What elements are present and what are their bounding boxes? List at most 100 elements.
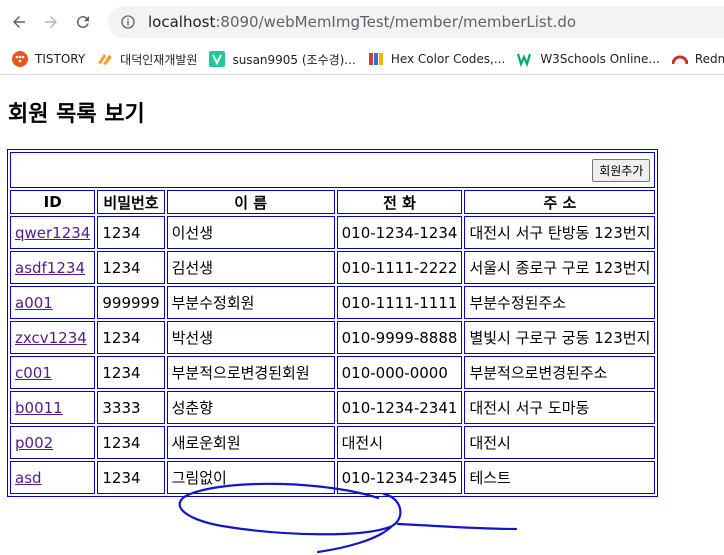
member-id-link[interactable]: a001 <box>15 294 53 312</box>
bookmark-velog[interactable]: susan9905 (조수경)... <box>209 51 356 68</box>
name-cell: 성춘향 <box>166 391 335 424</box>
w3schools-icon <box>517 51 533 67</box>
bookmark-label: W3Schools Online... <box>540 52 660 66</box>
bookmark-label: Hex Color Codes,... <box>390 52 506 66</box>
header-id: ID <box>10 190 96 214</box>
add-member-button[interactable]: 회원추가 <box>592 158 651 182</box>
id-cell: asd <box>10 461 96 494</box>
member-id-link[interactable]: asdf1234 <box>15 259 85 277</box>
header-password: 비밀번호 <box>97 190 165 214</box>
table-row: asdf1234 1234 김선생 010-1111-2222 서울시 종로구 구로 1… <box>10 251 656 284</box>
reload-button[interactable] <box>70 9 96 35</box>
table-row: b0011 3333 성춘향 010-1234-2341 대전시 서구 도마동 <box>10 391 656 424</box>
phone-cell: 010-1111-1111 <box>336 286 463 319</box>
bookmark-label: susan9905 (조수경)... <box>232 52 356 67</box>
id-cell: b0011 <box>10 391 96 424</box>
member-id-link[interactable]: zxcv1234 <box>15 329 87 347</box>
action-row: 회원추가 <box>10 152 656 188</box>
member-id-link[interactable]: asd <box>15 469 42 487</box>
member-id-link[interactable]: qwer1234 <box>15 224 90 242</box>
password-cell: 1234 <box>97 461 165 494</box>
name-cell: 부분수정회원 <box>166 286 335 319</box>
bookmark-redmine[interactable]: Redm <box>671 51 724 67</box>
address-cell: 테스트 <box>464 461 656 494</box>
table-row: a001 999999 부분수정회원 010-1111-1111 부분수정된주소 <box>10 286 656 319</box>
table-row: zxcv1234 1234 박선생 010-9999-8888 별빛시 구로구 궁동 1… <box>10 321 656 354</box>
header-address: 주 소 <box>464 190 656 214</box>
address-cell: 대전시 서구 도마동 <box>464 391 656 424</box>
info-icon <box>121 15 135 29</box>
password-cell: 1234 <box>97 216 165 249</box>
address-cell: 서울시 종로구 구로 123번지 <box>464 251 656 284</box>
phone-cell: 010-1234-1234 <box>336 216 463 249</box>
bookmark-tistory[interactable]: TISTORY <box>12 51 85 67</box>
action-cell: 회원추가 <box>10 152 656 188</box>
table-row: c001 1234 부분적으로변경된회원 010-000-0000 부분적으로변경된주소 <box>10 356 656 389</box>
browser-toolbar: localhost:8090/webMemImgTest/member/memb… <box>0 0 724 44</box>
arrow-left-icon <box>13 16 25 28</box>
phone-cell: 010-1111-2222 <box>336 251 463 284</box>
table-row: qwer1234 1234 이선생 010-1234-1234 대전시 서구 탄방동 1… <box>10 216 656 249</box>
address-cell: 부분수정된주소 <box>464 286 656 319</box>
name-cell: 박선생 <box>166 321 335 354</box>
name-cell: 그림없이 <box>166 461 335 494</box>
password-cell: 1234 <box>97 356 165 389</box>
bookmark-label: Redm <box>694 52 724 66</box>
id-cell: qwer1234 <box>10 216 96 249</box>
arrow-right-icon <box>45 16 57 28</box>
header-row: ID 비밀번호 이 름 전 화 주 소 <box>10 190 656 214</box>
password-cell: 1234 <box>97 321 165 354</box>
url-path: :8090/webMemImgTest/member/memberList.do <box>215 13 577 31</box>
name-cell: 이선생 <box>166 216 335 249</box>
address-cell: 대전시 서구 탄방동 123번지 <box>464 216 656 249</box>
bookmark-label: 대덕인재개발원 <box>120 52 198 67</box>
id-cell: c001 <box>10 356 96 389</box>
address-cell: 부분적으로변경된주소 <box>464 356 656 389</box>
bookmark-hex-colors[interactable]: Hex Color Codes,... <box>368 51 506 67</box>
name-cell: 새로운회원 <box>166 426 335 459</box>
id-cell: zxcv1234 <box>10 321 96 354</box>
id-cell: a001 <box>10 286 96 319</box>
name-cell: 부분적으로변경된회원 <box>166 356 335 389</box>
id-cell: p002 <box>10 426 96 459</box>
address-bar[interactable]: localhost:8090/webMemImgTest/member/memb… <box>108 6 724 38</box>
tistory-icon <box>12 51 28 67</box>
password-cell: 1234 <box>97 426 165 459</box>
phone-cell: 010-9999-8888 <box>336 321 463 354</box>
member-id-link[interactable]: b0011 <box>15 399 63 417</box>
id-cell: asdf1234 <box>10 251 96 284</box>
bookmarks-bar: TISTORY 대덕인재개발원 susan9905 (조수경)... Hex C… <box>0 44 724 75</box>
w3schools-icon-mark <box>517 53 532 67</box>
password-cell: 999999 <box>97 286 165 319</box>
phone-cell: 대전시 <box>336 426 463 459</box>
bookmark-daedeok[interactable]: 대덕인재개발원 <box>97 51 197 68</box>
header-phone: 전 화 <box>336 190 463 214</box>
redmine-icon-arc <box>671 55 688 65</box>
password-cell: 3333 <box>97 391 165 424</box>
member-table: 회원추가 ID 비밀번호 이 름 전 화 주 소 qwer1234 1234 이선생… <box>7 149 659 497</box>
book-icon <box>368 51 384 67</box>
password-cell: 1234 <box>97 251 165 284</box>
phone-cell: 010-1234-2345 <box>336 461 463 494</box>
bookmark-label: TISTORY <box>35 52 86 66</box>
bookmark-w3schools[interactable]: W3Schools Online... <box>517 51 660 67</box>
daedeok-icon-shape <box>98 54 113 65</box>
table-row: asd 1234 그림없이 010-1234-2345 테스트 <box>10 461 656 494</box>
tistory-icon-circle <box>12 51 28 67</box>
url-host: localhost <box>148 13 216 31</box>
member-id-link[interactable]: p002 <box>15 434 53 452</box>
back-button[interactable] <box>6 9 32 35</box>
table-row: p002 1234 새로운회원 대전시 대전시 <box>10 426 656 459</box>
phone-cell: 010-000-0000 <box>336 356 463 389</box>
velog-icon <box>209 51 226 67</box>
page-title: 회원 목록 보기 <box>8 102 145 127</box>
redmine-icon <box>671 51 688 67</box>
reload-icon <box>76 16 89 29</box>
forward-button[interactable] <box>38 9 64 35</box>
member-id-link[interactable]: c001 <box>15 364 52 382</box>
book-icon-spine <box>373 53 378 65</box>
phone-cell: 010-1234-2341 <box>336 391 463 424</box>
name-cell: 김선생 <box>166 251 335 284</box>
url-text: localhost:8090/webMemImgTest/member/memb… <box>148 13 576 31</box>
header-name: 이 름 <box>166 190 335 214</box>
